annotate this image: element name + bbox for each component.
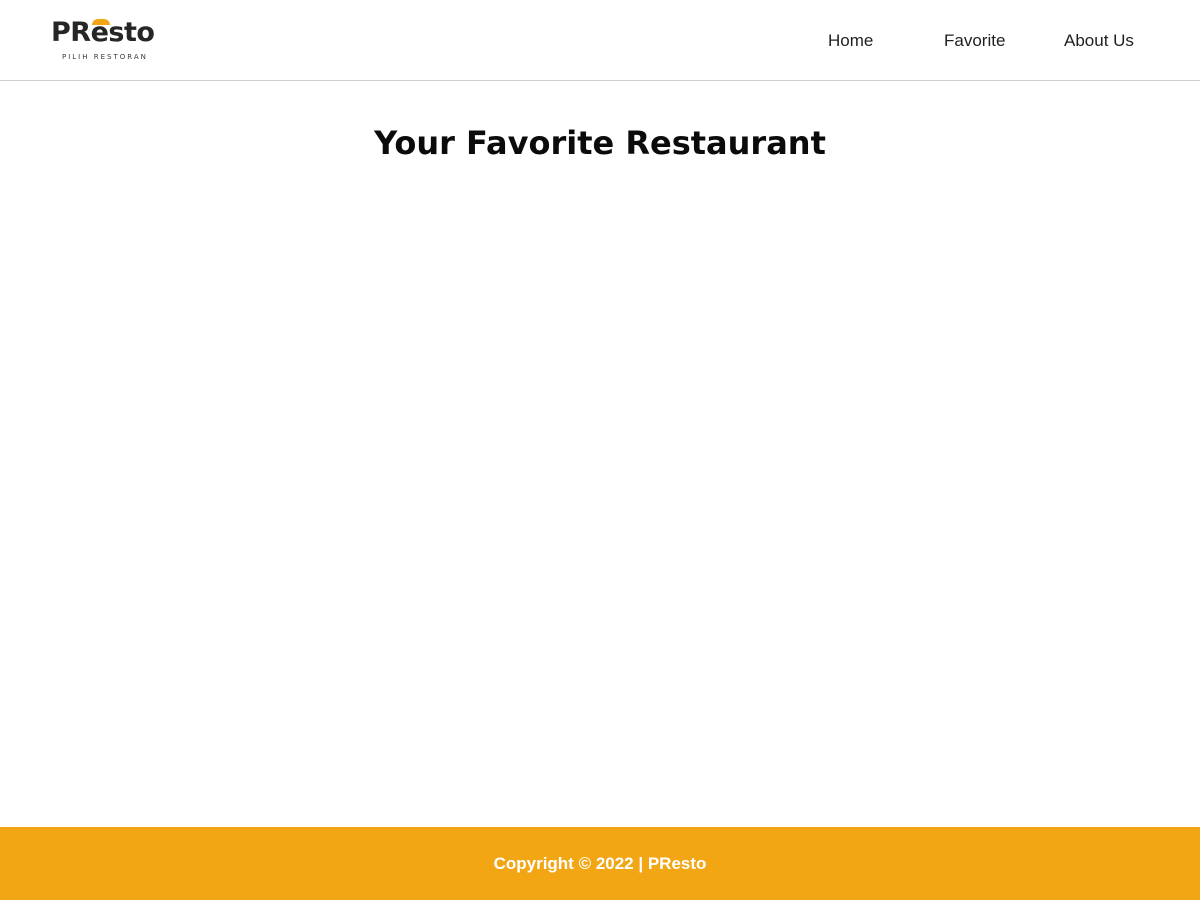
brand-tagline: PILIH RESTORAN bbox=[62, 53, 148, 61]
nav-about-link[interactable]: About Us bbox=[1064, 28, 1134, 54]
nav-home-link[interactable]: Home bbox=[828, 28, 873, 54]
favorite-list bbox=[0, 180, 1200, 820]
nav-favorite-link[interactable]: Favorite bbox=[944, 28, 1005, 54]
page-title: Your Favorite Restaurant bbox=[374, 124, 826, 162]
app-footer: Copyright © 2022 | PResto bbox=[0, 827, 1200, 900]
app-header: PR esto PILIH RESTORAN Home Favorite Abou… bbox=[0, 0, 1200, 81]
logo-cap-icon bbox=[91, 19, 110, 25]
footer-copyright: Copyright © 2022 | PResto bbox=[493, 854, 707, 873]
page: PR esto PILIH RESTORAN Home Favorite Abou… bbox=[0, 0, 1200, 900]
main-nav: Home Favorite About Us bbox=[0, 28, 1200, 54]
